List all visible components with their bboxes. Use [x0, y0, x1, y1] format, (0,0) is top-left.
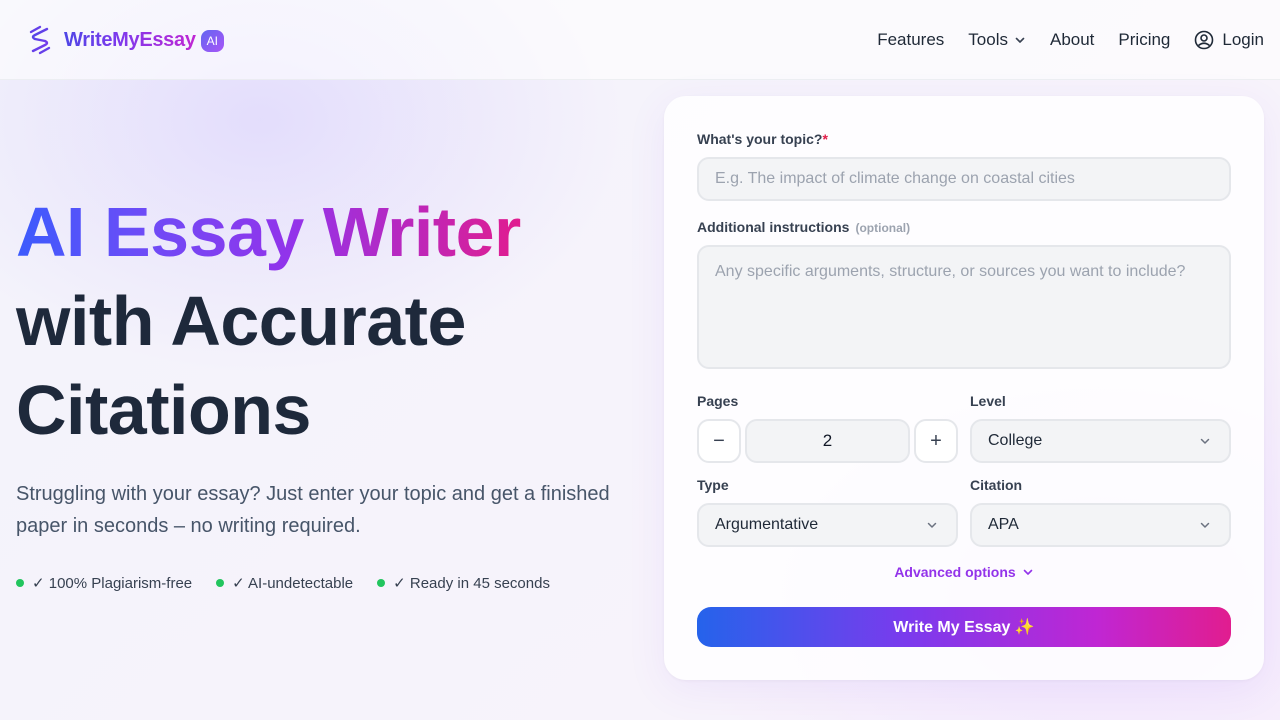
- feature-badges: ✓ 100% Plagiarism-free ✓ AI-undetectable…: [16, 574, 574, 592]
- status-dot-icon: [16, 579, 24, 587]
- write-essay-button[interactable]: Write My Essay ✨: [697, 607, 1231, 647]
- chevron-down-icon: [1199, 435, 1211, 447]
- pages-value[interactable]: 2: [745, 419, 910, 463]
- instructions-textarea[interactable]: [697, 245, 1231, 369]
- hero-title-highlight: AI Essay Writer: [16, 193, 521, 271]
- brand-name: WriteMyEssay: [64, 28, 196, 51]
- hero-subtitle: Struggling with your essay? Just enter y…: [16, 483, 610, 537]
- type-label: Type: [697, 477, 729, 493]
- login-label: Login: [1222, 30, 1264, 49]
- advanced-options-label: Advanced options: [894, 564, 1016, 580]
- main-nav: Features Tools About Pricing Login: [877, 24, 1264, 56]
- nav-tools[interactable]: Tools: [968, 30, 1026, 50]
- brand-badge: AI: [200, 30, 224, 52]
- instructions-label: Additional instructions (optional): [697, 219, 910, 235]
- feature-badge-label: ✓ Ready in 45 seconds: [393, 575, 550, 592]
- essay-form-card: What's your topic?* Additional instructi…: [664, 96, 1264, 680]
- level-select[interactable]: College: [970, 419, 1231, 463]
- topic-label: What's your topic?*: [697, 131, 828, 147]
- citation-value: APA: [988, 516, 1019, 533]
- nav-tools-label: Tools: [968, 30, 1008, 49]
- pages-increment-button[interactable]: +: [914, 419, 958, 463]
- feature-badge: ✓ 100% Plagiarism-free: [16, 574, 192, 592]
- hero-title-line2: with Accurate: [16, 282, 466, 360]
- status-dot-icon: [216, 579, 225, 587]
- nav-pricing[interactable]: Pricing: [1118, 30, 1170, 50]
- brand-logo[interactable]: WriteMyEssay AI: [26, 24, 224, 56]
- nav-features[interactable]: Features: [877, 30, 944, 50]
- nav-about[interactable]: About: [1050, 30, 1094, 50]
- user-circle-icon: [1194, 30, 1214, 50]
- topic-input[interactable]: [697, 157, 1231, 201]
- chevron-down-icon: [1014, 34, 1026, 46]
- level-value: College: [988, 432, 1043, 449]
- feature-badge: ✓ AI-undetectable: [216, 574, 353, 592]
- type-select[interactable]: Argumentative: [697, 503, 958, 547]
- feature-badge-label: ✓ 100% Plagiarism-free: [32, 575, 193, 592]
- login-link[interactable]: Login: [1194, 30, 1264, 50]
- required-mark: *: [822, 131, 828, 147]
- topic-label-text: What's your topic?: [697, 131, 823, 147]
- hero-title-line3: Citations: [16, 371, 311, 449]
- chevron-down-icon: [1199, 519, 1211, 531]
- type-value: Argumentative: [715, 516, 819, 533]
- feature-badge: ✓ Ready in 45 seconds: [377, 574, 550, 592]
- hero-title: AI Essay Writer with Accurate Citations: [16, 188, 636, 455]
- advanced-options-toggle[interactable]: Advanced options: [664, 564, 1264, 580]
- citation-label: Citation: [970, 477, 1023, 493]
- chevron-down-icon: [1022, 566, 1034, 578]
- optional-tag: (optional): [855, 221, 911, 235]
- site-header: WriteMyEssay AI Features Tools About Pri…: [0, 0, 1280, 80]
- chevron-down-icon: [926, 519, 938, 531]
- feature-badge-label: ✓ AI-undetectable: [232, 575, 354, 592]
- logo-icon: [26, 24, 54, 56]
- citation-select[interactable]: APA: [970, 503, 1231, 547]
- pages-label: Pages: [697, 393, 739, 409]
- pages-decrement-button[interactable]: −: [697, 419, 741, 463]
- status-dot-icon: [377, 579, 386, 587]
- instructions-label-text: Additional instructions: [697, 219, 850, 235]
- level-label: Level: [970, 393, 1006, 409]
